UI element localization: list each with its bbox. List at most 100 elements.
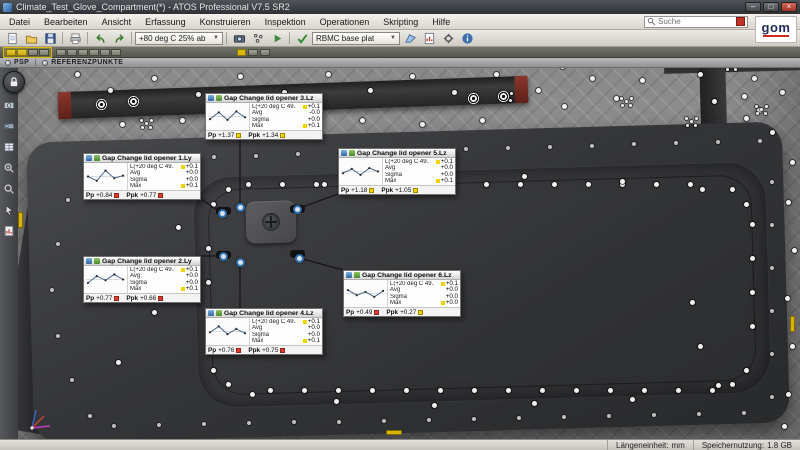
value-label: Sigma xyxy=(130,177,147,183)
ppk-label: Ppk xyxy=(126,295,138,302)
active-stage-marker xyxy=(237,49,246,56)
value-label: L(+20 deg C 49...) xyxy=(130,164,174,170)
rotate-view-icon[interactable] xyxy=(67,49,77,56)
pan-view-icon[interactable] xyxy=(78,49,88,56)
value-label: Max xyxy=(130,286,141,292)
menu-datei[interactable]: Datei xyxy=(2,14,37,30)
tab-psp[interactable]: PSP xyxy=(14,59,29,66)
menu-konstruieren[interactable]: Konstruieren xyxy=(193,14,258,30)
measurement-callout[interactable]: Gap Change lid opener 3.Lz L(+20 deg C 4… xyxy=(205,93,323,140)
info-icon[interactable] xyxy=(458,31,476,46)
ppk-value: +0.75 xyxy=(262,347,278,354)
menu-hilfe[interactable]: Hilfe xyxy=(425,14,457,30)
value-label: Sigma xyxy=(390,294,407,300)
next-stage-icon[interactable] xyxy=(260,49,270,56)
menu-skripting[interactable]: Skripting xyxy=(376,14,425,30)
callout-value-row: Max+0.1 xyxy=(128,183,200,189)
search-box[interactable] xyxy=(644,16,748,28)
measurement-callout[interactable]: Gap Change lid opener 6.Lz L(+20 deg C 4… xyxy=(343,270,461,317)
value-label: Avg xyxy=(385,165,395,171)
projector-icon[interactable] xyxy=(3,119,16,132)
callout-title: Gap Change lid opener 5.Lz xyxy=(357,150,447,157)
zoom-view-icon[interactable] xyxy=(89,49,99,56)
value-label: L(+20 deg C 49...) xyxy=(130,267,174,273)
callout-value-row: Max+0.1 xyxy=(383,178,455,184)
ppk-label: Ppk xyxy=(381,187,393,194)
ppk-value: +1.34 xyxy=(262,132,278,139)
gom-logo-accent xyxy=(763,35,789,37)
open-project-icon[interactable] xyxy=(22,31,40,46)
stage-forward-icon[interactable] xyxy=(28,49,38,56)
pp-label: Pp xyxy=(341,187,349,194)
measurement-callout[interactable]: Gap Change lid opener 2.Ly L(+20 deg C 4… xyxy=(83,256,201,303)
minimize-button[interactable]: – xyxy=(745,2,761,12)
capability-row: Pp+0.49Ppk+0.27 xyxy=(344,307,460,316)
run-icon[interactable] xyxy=(268,31,286,46)
measurement-callout[interactable]: Gap Change lid opener 1.Ly L(+20 deg C 4… xyxy=(83,153,201,200)
ppk-value: +1.05 xyxy=(395,187,411,194)
redo-icon[interactable] xyxy=(110,31,128,46)
deformation-stage-dropdown[interactable]: +80 deg C 25% ab▼ xyxy=(135,32,223,45)
report-icon[interactable] xyxy=(3,224,16,237)
ppk-status-indicator xyxy=(158,193,163,198)
pp-status-indicator xyxy=(369,188,374,193)
value-label: Max xyxy=(390,300,401,306)
new-project-icon[interactable] xyxy=(3,31,21,46)
value-number: +0.1 xyxy=(308,123,320,129)
stage-play-icon[interactable] xyxy=(17,49,27,56)
tab-referenzpunkte[interactable]: REFERENZPUNKTE xyxy=(51,59,123,66)
sensor-icon[interactable] xyxy=(3,98,16,111)
pp-value: +0.77 xyxy=(96,295,112,302)
trend-sparkline xyxy=(84,163,128,190)
stage-back-icon[interactable] xyxy=(6,49,16,56)
cursor-icon[interactable] xyxy=(3,203,16,216)
clip-plane-icon[interactable] xyxy=(100,49,110,56)
status-tick xyxy=(303,320,307,324)
callout-title: Gap Change lid opener 2.Ly xyxy=(102,258,192,265)
left-toolbar xyxy=(0,68,18,439)
prev-stage-icon[interactable] xyxy=(248,49,258,56)
menu-bearbeiten[interactable]: Bearbeiten xyxy=(37,14,95,30)
callout-value-row: Max+0.1 xyxy=(128,286,200,292)
value-label: Max xyxy=(252,123,263,129)
table-icon[interactable] xyxy=(3,140,16,153)
measurement-callout[interactable]: Gap Change lid opener 4.Lz L(+20 deg C 4… xyxy=(205,308,323,355)
callout-header: Gap Change lid opener 5.Lz xyxy=(339,149,455,158)
callout-header: Gap Change lid opener 3.Lz xyxy=(206,94,322,103)
callout-values: L(+20 deg C 49...)+0.1Avg-0.0Sigma+0.0Ma… xyxy=(250,103,322,130)
menu-erfassung[interactable]: Erfassung xyxy=(138,14,193,30)
trend-sparkline xyxy=(206,103,250,130)
maximize-button[interactable]: □ xyxy=(763,2,779,12)
undo-icon[interactable] xyxy=(91,31,109,46)
reference-points-icon[interactable] xyxy=(249,31,267,46)
report-icon[interactable] xyxy=(420,31,438,46)
callout-title: Gap Change lid opener 3.Lz xyxy=(224,95,314,102)
menu-operationen[interactable]: Operationen xyxy=(313,14,377,30)
lock-icon[interactable] xyxy=(3,71,25,93)
menu-inspektion[interactable]: Inspektion xyxy=(258,14,313,30)
explode-view-icon[interactable] xyxy=(111,49,121,56)
status-tick xyxy=(436,179,440,183)
search-filter-icon[interactable] xyxy=(736,17,745,26)
pp-value: +1.18 xyxy=(351,187,367,194)
magnifier-icon[interactable] xyxy=(3,182,16,195)
callout-value-row: Max +0.1 xyxy=(250,123,322,129)
callout-values: L(+20 deg C 49...)+0.1Avg+0.0Sigma+0.0Ma… xyxy=(128,163,200,190)
value-label: Avg xyxy=(130,273,140,279)
fit-view-icon[interactable] xyxy=(56,49,66,56)
alignment-dropdown[interactable]: RBMC base plat▼ xyxy=(312,32,400,45)
check-icon[interactable] xyxy=(293,31,311,46)
stage-camera-icon[interactable] xyxy=(230,31,248,46)
stage-list-icon[interactable] xyxy=(39,49,49,56)
measurement-callout[interactable]: Gap Change lid opener 5.Lz L(+20 deg C 4… xyxy=(338,148,456,195)
zoom-in-icon[interactable] xyxy=(3,161,16,174)
mesh-icon[interactable] xyxy=(401,31,419,46)
print-icon[interactable] xyxy=(66,31,84,46)
search-input[interactable] xyxy=(658,17,734,27)
save-icon[interactable] xyxy=(41,31,59,46)
value-label: Avg xyxy=(130,170,140,176)
settings-icon[interactable] xyxy=(439,31,457,46)
unit-label: Längeneinheit: xyxy=(616,441,669,450)
menu-ansicht[interactable]: Ansicht xyxy=(95,14,139,30)
close-button[interactable]: × xyxy=(781,2,797,12)
